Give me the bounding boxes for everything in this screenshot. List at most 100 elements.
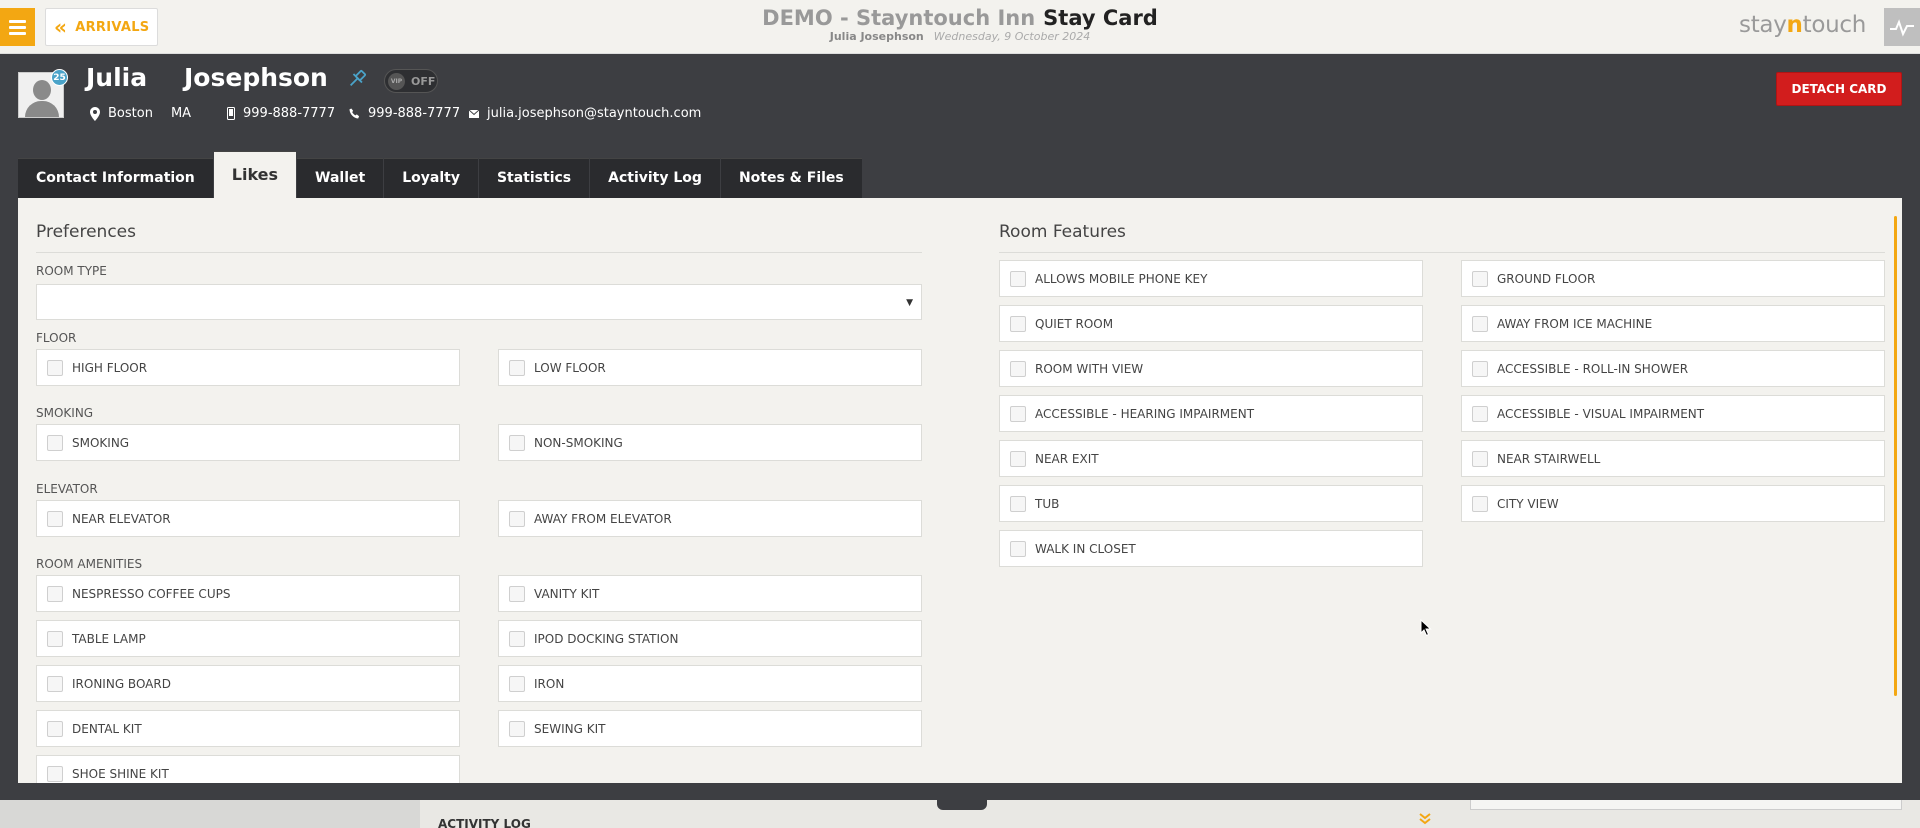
tab-wallet[interactable]: Wallet <box>297 158 384 198</box>
checkbox-box[interactable] <box>47 676 63 692</box>
checkbox-ipod-docking-station[interactable]: IPOD DOCKING STATION <box>498 620 922 657</box>
checkbox-box[interactable] <box>509 676 525 692</box>
checkbox-walk-in-closet[interactable]: WALK IN CLOSET <box>999 530 1423 567</box>
checkbox-box[interactable] <box>1472 406 1488 422</box>
guest-phone[interactable]: 999-888-7777 <box>349 106 460 121</box>
pin-icon[interactable] <box>346 68 368 90</box>
brand-logo: stayntouch <box>1739 12 1866 38</box>
tab-statistics[interactable]: Statistics <box>478 158 590 198</box>
checkbox-box[interactable] <box>509 631 525 647</box>
checkbox-low-floor[interactable]: LOW FLOOR <box>498 349 922 386</box>
guest-last-name[interactable]: Josephson <box>184 63 328 92</box>
checkbox-label: IRON <box>534 677 565 691</box>
checkbox-box[interactable] <box>47 511 63 527</box>
detach-card-button[interactable]: DETACH CARD <box>1776 72 1902 106</box>
checkbox-away-from-ice-machine[interactable]: AWAY FROM ICE MACHINE <box>1461 305 1885 342</box>
room-features-title: Room Features <box>999 222 1126 242</box>
checkbox-box[interactable] <box>509 360 525 376</box>
checkbox-box[interactable] <box>1010 406 1026 422</box>
checkbox-box[interactable] <box>1472 361 1488 377</box>
checkbox-box[interactable] <box>509 511 525 527</box>
checkbox-label: NEAR STAIRWELL <box>1497 452 1601 466</box>
checkbox-box[interactable] <box>1010 496 1026 512</box>
checkbox-ground-floor[interactable]: GROUND FLOOR <box>1461 260 1885 297</box>
double-chevron-down-icon[interactable] <box>1419 813 1431 825</box>
checkbox-label: NEAR ELEVATOR <box>72 512 171 526</box>
tab-activity-log[interactable]: Activity Log <box>590 158 720 198</box>
checkbox-box[interactable] <box>509 721 525 737</box>
checkbox-label: AWAY FROM ICE MACHINE <box>1497 317 1653 331</box>
checkbox-box[interactable] <box>1472 316 1488 332</box>
checkbox-box[interactable] <box>47 586 63 602</box>
guest-email-address: julia.josephson@stayntouch.com <box>487 106 702 121</box>
checkbox-iron[interactable]: IRON <box>498 665 922 702</box>
checkbox-box[interactable] <box>1010 271 1026 287</box>
panel-scrollbar[interactable] <box>1894 216 1897 696</box>
checkbox-box[interactable] <box>1010 361 1026 377</box>
checkbox-near-stairwell[interactable]: NEAR STAIRWELL <box>1461 440 1885 477</box>
checkbox-non-smoking[interactable]: NON-SMOKING <box>498 424 922 461</box>
room-type-select[interactable]: ▼ <box>36 284 922 320</box>
checkbox-box[interactable] <box>1010 541 1026 557</box>
guest-first-name[interactable]: Julia <box>86 63 147 92</box>
checkbox-high-floor[interactable]: HIGH FLOOR <box>36 349 460 386</box>
checkbox-near-elevator[interactable]: NEAR ELEVATOR <box>36 500 460 537</box>
pulse-button[interactable] <box>1884 8 1920 46</box>
checkbox-box[interactable] <box>47 766 63 782</box>
checkbox-label: SHOE SHINE KIT <box>72 767 169 781</box>
checkbox-box[interactable] <box>47 721 63 737</box>
vip-toggle[interactable]: VIP OFF <box>384 69 438 93</box>
checkbox-ironing-board[interactable]: IRONING BOARD <box>36 665 460 702</box>
room-features-divider <box>999 252 1885 253</box>
avatar-body <box>25 101 59 117</box>
checkbox-quiet-room[interactable]: QUIET ROOM <box>999 305 1423 342</box>
checkbox-city-view[interactable]: CITY VIEW <box>1461 485 1885 522</box>
checkbox-near-exit[interactable]: NEAR EXIT <box>999 440 1423 477</box>
checkbox-box[interactable] <box>509 586 525 602</box>
pulse-icon <box>1890 19 1914 37</box>
guest-email[interactable]: julia.josephson@stayntouch.com <box>469 106 701 121</box>
checkbox-box[interactable] <box>47 435 63 451</box>
checkbox-label: CITY VIEW <box>1497 497 1559 511</box>
checkbox-label: QUIET ROOM <box>1035 317 1114 331</box>
drawer-handle[interactable] <box>937 800 987 810</box>
checkbox-box[interactable] <box>47 631 63 647</box>
checkbox-label: SMOKING <box>72 436 130 450</box>
checkbox-table-lamp[interactable]: TABLE LAMP <box>36 620 460 657</box>
activity-log-label: ACTIVITY LOG <box>438 817 531 828</box>
checkbox-box[interactable] <box>509 435 525 451</box>
checkbox-box[interactable] <box>1472 496 1488 512</box>
tab-notes-files[interactable]: Notes & Files <box>720 158 862 198</box>
checkbox-label: TUB <box>1035 497 1060 511</box>
tab-contact-information[interactable]: Contact Information <box>18 158 213 198</box>
checkbox-tub[interactable]: TUB <box>999 485 1423 522</box>
vip-toggle-knob: VIP <box>388 73 405 90</box>
subtitle-date: Wednesday, 9 October 2024 <box>933 30 1091 43</box>
tab-likes[interactable]: Likes <box>213 151 297 198</box>
checkbox-accessible-hearing-impairment[interactable]: ACCESSIBLE - HEARING IMPAIRMENT <box>999 395 1423 432</box>
checkbox-accessible-visual-impairment[interactable]: ACCESSIBLE - VISUAL IMPAIRMENT <box>1461 395 1885 432</box>
checkbox-nespresso-coffee-cups[interactable]: NESPRESSO COFFEE CUPS <box>36 575 460 612</box>
checkbox-dental-kit[interactable]: DENTAL KIT <box>36 710 460 747</box>
bottom-drawer: ACTIVITY LOG <box>0 800 1920 828</box>
checkbox-box[interactable] <box>47 360 63 376</box>
bottom-right-box <box>1470 800 1902 810</box>
checkbox-label: ALLOWS MOBILE PHONE KEY <box>1035 272 1208 286</box>
checkbox-accessible-roll-in-shower[interactable]: ACCESSIBLE - ROLL-IN SHOWER <box>1461 350 1885 387</box>
checkbox-shoe-shine-kit[interactable]: SHOE SHINE KIT <box>36 755 460 783</box>
checkbox-vanity-kit[interactable]: VANITY KIT <box>498 575 922 612</box>
checkbox-box[interactable] <box>1472 271 1488 287</box>
checkbox-away-from-elevator[interactable]: AWAY FROM ELEVATOR <box>498 500 922 537</box>
page-title: DEMO - Stayntouch Inn Stay Card <box>0 6 1920 30</box>
guest-mobile-number: 999-888-7777 <box>243 106 336 121</box>
checkbox-sewing-kit[interactable]: SEWING KIT <box>498 710 922 747</box>
checkbox-room-with-view[interactable]: ROOM WITH VIEW <box>999 350 1423 387</box>
checkbox-box[interactable] <box>1472 451 1488 467</box>
guest-mobile[interactable]: 999-888-7777 <box>227 106 335 121</box>
checkbox-box[interactable] <box>1010 316 1026 332</box>
checkbox-smoking[interactable]: SMOKING <box>36 424 460 461</box>
checkbox-allows-mobile-phone-key[interactable]: ALLOWS MOBILE PHONE KEY <box>999 260 1423 297</box>
checkbox-label: TABLE LAMP <box>72 632 146 646</box>
checkbox-box[interactable] <box>1010 451 1026 467</box>
tab-loyalty[interactable]: Loyalty <box>384 158 478 198</box>
